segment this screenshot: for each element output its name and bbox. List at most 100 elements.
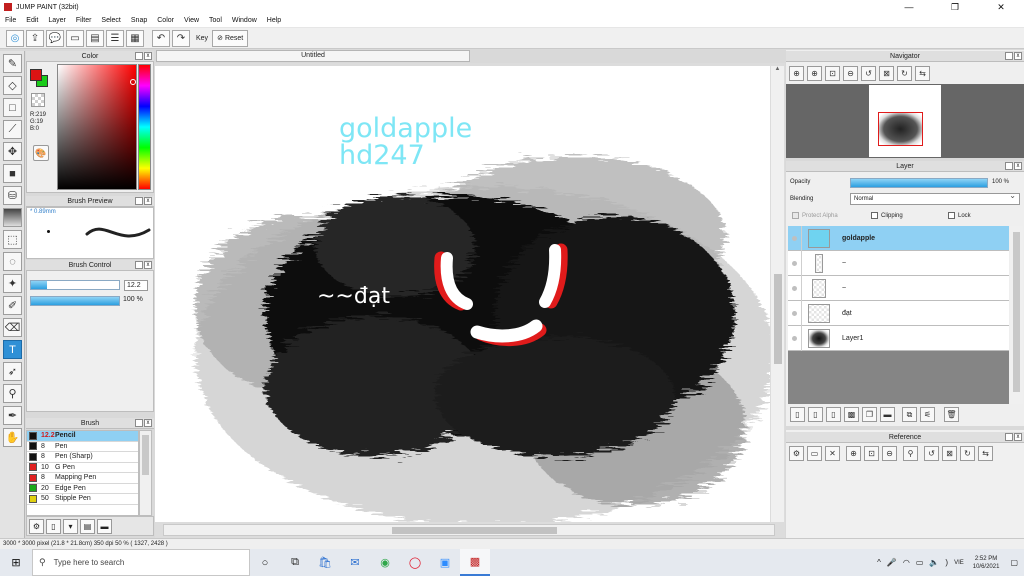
panel-close-icon[interactable]: x <box>144 261 152 269</box>
hand-tool-icon[interactable]: ✋ <box>3 428 22 447</box>
new-layer-8bit-icon[interactable]: ▯ <box>808 407 823 422</box>
close-button[interactable]: ✕ <box>978 0 1024 14</box>
jump-paint-taskbar-icon[interactable]: ▩ <box>460 549 490 576</box>
protect-alpha-checkbox[interactable]: Protect Alpha <box>792 212 838 219</box>
pen-tool-icon[interactable]: ✒ <box>3 406 22 425</box>
comment-icon[interactable]: 💬 <box>46 29 64 47</box>
lasso-tool-icon[interactable]: ◌ <box>3 252 22 271</box>
menu-select[interactable]: Select <box>96 17 125 24</box>
ref-rotate-left-icon[interactable]: ↺ <box>924 446 939 461</box>
brush-size-input[interactable]: 12.2 <box>124 280 148 291</box>
zoom-in-icon[interactable]: ⊕ <box>807 66 822 81</box>
halftone-layer-icon[interactable]: ▩ <box>844 407 859 422</box>
list-icon[interactable]: ☰ <box>106 29 124 47</box>
canvas-vertical-scrollbar[interactable]: ▲ <box>771 66 784 522</box>
panel-float-icon[interactable] <box>1005 433 1013 441</box>
copy-brush-icon[interactable]: ▤ <box>80 518 95 534</box>
menu-help[interactable]: Help <box>262 17 286 24</box>
panel-float-icon[interactable] <box>135 52 143 60</box>
volume-icon[interactable]: 🔈 <box>929 558 939 567</box>
microphone-icon[interactable]: 🎤 <box>887 558 897 567</box>
actual-size-icon[interactable]: ⊡ <box>825 66 840 81</box>
layer-row[interactable]: Layer1 <box>788 325 1009 351</box>
delete-layer-icon[interactable]: 🗑 <box>944 407 959 422</box>
panel-float-icon[interactable] <box>135 261 143 269</box>
brush-settings-icon[interactable]: ⚙ <box>29 518 44 534</box>
magic-wand-tool-icon[interactable]: ✦ <box>3 274 22 293</box>
canvas-horizontal-scrollbar[interactable] <box>163 524 775 536</box>
menu-layer[interactable]: Layer <box>43 17 71 24</box>
dropper-tool-icon[interactable]: ⚲ <box>3 384 22 403</box>
copy-layer-icon[interactable]: ❐ <box>862 407 877 422</box>
merge-down-icon[interactable]: ⧉ <box>902 407 917 422</box>
language-indicator[interactable]: VIE <box>954 560 964 566</box>
panel-close-icon[interactable]: x <box>1014 433 1022 441</box>
select-eraser-tool-icon[interactable]: ⌫ <box>3 318 22 337</box>
brush-item[interactable]: 20 Edge Pen <box>27 484 138 494</box>
panel-float-icon[interactable] <box>135 197 143 205</box>
panel-float-icon[interactable] <box>135 419 143 427</box>
ref-fit-icon[interactable]: ⊡ <box>864 446 879 461</box>
menu-file[interactable]: File <box>0 17 21 24</box>
menu-color[interactable]: Color <box>152 17 179 24</box>
layer-list-scrollbar[interactable] <box>1010 226 1023 404</box>
visibility-toggle[interactable] <box>788 300 802 326</box>
new-brush-icon[interactable]: ▯ <box>46 518 61 534</box>
eraser-tool-icon[interactable]: ◇ <box>3 76 22 95</box>
chrome-icon[interactable]: ◉ <box>370 549 400 576</box>
maximize-button[interactable]: ❐ <box>932 0 978 14</box>
scroll-thumb[interactable] <box>1013 232 1020 392</box>
line-tool-icon[interactable]: ⟋ <box>3 120 22 139</box>
visibility-toggle[interactable] <box>788 250 802 276</box>
layer-opacity-slider[interactable] <box>850 178 988 188</box>
panel-close-icon[interactable]: x <box>144 197 152 205</box>
drawing-canvas[interactable]: goldapple hd247 ~~đạt <box>155 66 770 522</box>
menu-filter[interactable]: Filter <box>71 17 97 24</box>
layer-row[interactable]: ~ <box>788 275 1009 301</box>
text-tool-icon[interactable]: T <box>3 340 22 359</box>
rotate-right-icon[interactable]: ↻ <box>897 66 912 81</box>
layer-row[interactable]: goldapple <box>788 225 1009 251</box>
brush-item[interactable]: 50 Stipple Pen <box>27 494 138 505</box>
stabilizer-icon[interactable]: ◎ <box>6 29 24 47</box>
clipping-checkbox[interactable]: Clipping <box>871 212 903 219</box>
shape-fill-tool-icon[interactable]: ■ <box>3 164 22 183</box>
menu-snap[interactable]: Snap <box>126 17 152 24</box>
visibility-toggle[interactable] <box>788 325 802 351</box>
layer-properties-icon[interactable]: ⚟ <box>920 407 935 422</box>
layer-row[interactable]: ~ <box>788 250 1009 276</box>
saturation-value-picker[interactable] <box>57 64 137 190</box>
battery-icon[interactable]: ▭ <box>916 558 924 567</box>
zoom-app-icon[interactable]: ▣ <box>430 549 460 576</box>
visibility-toggle[interactable] <box>788 275 802 301</box>
brush-item[interactable]: 10 G Pen <box>27 463 138 473</box>
close-reference-icon[interactable]: ✕ <box>825 446 840 461</box>
transparent-color-swatch[interactable] <box>31 93 45 107</box>
ref-reset-icon[interactable]: ⊠ <box>942 446 957 461</box>
lock-checkbox[interactable]: Lock <box>948 212 971 219</box>
wifi-icon[interactable]: ◠ <box>903 558 910 567</box>
grid-icon[interactable]: ▦ <box>126 29 144 47</box>
minimize-button[interactable]: — <box>886 0 932 14</box>
menu-tool[interactable]: Tool <box>204 17 227 24</box>
panel-close-icon[interactable]: x <box>1014 162 1022 170</box>
redo-icon[interactable]: ↷ <box>172 29 190 47</box>
ref-zoom-in-icon[interactable]: ⊕ <box>846 446 861 461</box>
select-pen-tool-icon[interactable]: ✐ <box>3 296 22 315</box>
store-icon[interactable]: 🛍 <box>310 549 340 576</box>
rotate-left-icon[interactable]: ↺ <box>861 66 876 81</box>
ref-dropper-icon[interactable]: ⚲ <box>903 446 918 461</box>
menu-window[interactable]: Window <box>227 17 262 24</box>
brush-folder-icon[interactable]: ▬ <box>97 518 112 534</box>
ref-zoom-out-icon[interactable]: ⊖ <box>882 446 897 461</box>
reference-settings-icon[interactable]: ⚙ <box>789 446 804 461</box>
flip-icon[interactable]: ⇆ <box>915 66 930 81</box>
panel-close-icon[interactable]: x <box>144 52 152 60</box>
brush-item[interactable]: 12.2 Pencil <box>27 431 138 442</box>
visibility-toggle[interactable] <box>788 225 802 251</box>
brush-list-scrollbar[interactable] <box>139 430 152 516</box>
brush-menu-icon[interactable]: ▾ <box>63 518 78 534</box>
message-icon[interactable]: ▭ <box>66 29 84 47</box>
page-icon[interactable]: ▤ <box>86 29 104 47</box>
share-icon[interactable]: ⇪ <box>26 29 44 47</box>
